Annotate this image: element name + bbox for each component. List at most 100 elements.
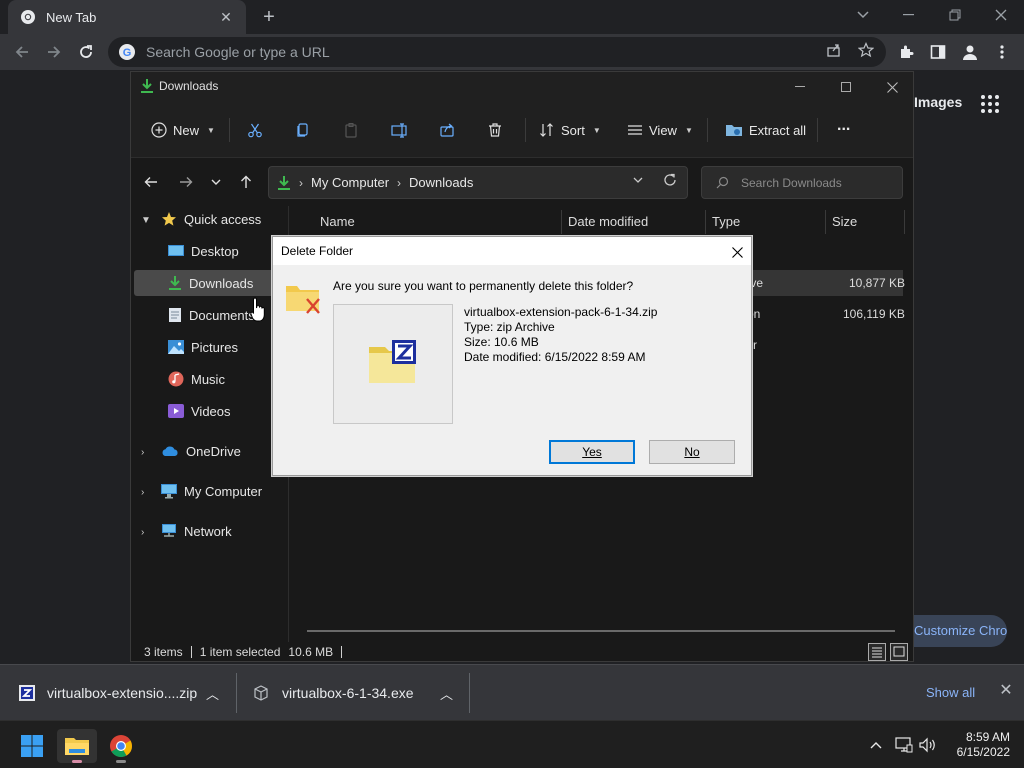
network-tray-icon[interactable]: [894, 735, 914, 755]
breadcrumb-separator-icon: ›: [397, 175, 402, 190]
cut-button[interactable]: [247, 118, 263, 142]
explorer-forward-button[interactable]: [176, 172, 196, 192]
column-header-type[interactable]: Type: [712, 206, 740, 236]
file-preview: [333, 304, 453, 424]
explorer-maximize-button[interactable]: [831, 77, 861, 97]
column-divider: [705, 210, 706, 234]
share-button[interactable]: [439, 118, 455, 142]
ntp-images-link[interactable]: Images: [914, 94, 962, 110]
nav-downloads[interactable]: Downloads: [134, 270, 285, 296]
close-window-button[interactable]: [978, 4, 1024, 26]
chrome-toolbar: G Search Google or type a URL: [0, 34, 1024, 70]
details-view-icon[interactable]: [868, 643, 886, 661]
hand-cursor-icon: [250, 297, 266, 323]
column-header-date-modified[interactable]: Date modified: [568, 206, 648, 236]
clock[interactable]: 8:59 AM 6/15/2022: [944, 730, 1010, 760]
more-options-button[interactable]: ...: [837, 114, 850, 138]
show-all-downloads-link[interactable]: Show all: [926, 685, 975, 700]
view-button[interactable]: View ▼: [627, 118, 693, 142]
download-options-chevron-icon[interactable]: ︿: [440, 665, 453, 721]
horizontal-scrollbar[interactable]: [307, 630, 895, 632]
file-name: virtualbox-extension-pack-6-1-34.zip: [464, 305, 658, 319]
forward-button[interactable]: [42, 40, 66, 64]
download-item[interactable]: virtualbox-6-1-34.exe: [253, 665, 414, 721]
delete-button[interactable]: [487, 118, 503, 142]
nav-quick-access[interactable]: Quick access: [161, 206, 261, 232]
nav-documents[interactable]: Documents: [168, 302, 255, 328]
expand-chevron-icon[interactable]: ›: [141, 527, 144, 538]
nav-music[interactable]: Music: [168, 366, 225, 392]
trash-icon: [487, 122, 503, 138]
start-button[interactable]: [12, 729, 52, 763]
column-header-name[interactable]: Name: [320, 206, 355, 236]
explorer-back-button[interactable]: [141, 172, 161, 192]
expand-chevron-icon[interactable]: ›: [141, 487, 144, 498]
show-hidden-icons-chevron[interactable]: [866, 735, 886, 755]
volume-icon[interactable]: [918, 735, 938, 755]
tab-close-icon[interactable]: ✕: [218, 9, 234, 25]
omnibox-placeholder: Search Google or type a URL: [146, 44, 330, 60]
file-explorer-taskbar-icon[interactable]: [57, 729, 97, 763]
bookmark-star-icon[interactable]: [856, 40, 876, 60]
explorer-close-button[interactable]: [877, 77, 907, 97]
share-icon[interactable]: [824, 40, 844, 60]
nav-network[interactable]: Network: [161, 518, 232, 544]
clipboard-icon: [343, 122, 359, 138]
profile-icon[interactable]: [958, 40, 982, 64]
file-size-cell: 10,877 KB: [849, 276, 906, 290]
breadcrumb-downloads[interactable]: Downloads: [409, 175, 473, 190]
divider: [190, 646, 192, 658]
refresh-icon[interactable]: [659, 169, 681, 191]
nav-onedrive[interactable]: OneDrive: [161, 438, 241, 464]
nav-desktop[interactable]: Desktop: [168, 238, 239, 264]
nav-my-computer[interactable]: My Computer: [161, 478, 262, 504]
new-tab-button[interactable]: +: [258, 6, 280, 28]
rename-button[interactable]: [391, 118, 409, 142]
explorer-minimize-button[interactable]: [785, 77, 815, 97]
navigation-bar: › My Computer › Downloads Search Downloa…: [131, 159, 913, 205]
google-apps-icon[interactable]: [981, 95, 999, 113]
copy-icon: [295, 122, 311, 138]
search-placeholder: Search Downloads: [741, 175, 842, 190]
expand-chevron-icon[interactable]: ›: [141, 447, 144, 458]
back-button[interactable]: [10, 40, 34, 64]
copy-button[interactable]: [295, 118, 311, 142]
address-history-dropdown-icon[interactable]: [627, 169, 649, 191]
file-type: Type: zip Archive: [464, 320, 555, 334]
large-icons-view-icon[interactable]: [890, 643, 908, 661]
extract-all-button[interactable]: Extract all: [725, 118, 806, 142]
search-downloads-box[interactable]: Search Downloads: [701, 166, 903, 199]
close-shelf-icon[interactable]: ✕: [998, 683, 1014, 699]
omnibox[interactable]: G Search Google or type a URL: [108, 37, 886, 67]
divider: [229, 118, 230, 142]
reload-button[interactable]: [74, 40, 98, 64]
download-item[interactable]: virtualbox-extensio....zip: [19, 665, 197, 721]
recent-locations-icon[interactable]: [206, 172, 226, 192]
paste-button[interactable]: [343, 118, 359, 142]
chrome-taskbar-icon[interactable]: [101, 729, 141, 763]
chrome-menu-icon[interactable]: [990, 40, 1014, 64]
dialog-close-button[interactable]: [725, 241, 749, 263]
yes-button[interactable]: Yes: [549, 440, 635, 464]
side-panel-icon[interactable]: [926, 40, 950, 64]
up-folder-button[interactable]: [236, 172, 256, 192]
no-button[interactable]: No: [649, 440, 735, 464]
sort-button[interactable]: Sort ▼: [539, 118, 601, 142]
address-bar[interactable]: › My Computer › Downloads: [268, 166, 688, 199]
extensions-icon[interactable]: [894, 40, 918, 64]
tab-search-icon[interactable]: [840, 4, 886, 26]
restore-button[interactable]: [932, 4, 978, 26]
tab-new-tab[interactable]: New Tab ✕: [8, 0, 246, 34]
nav-label: Pictures: [191, 339, 238, 355]
column-header-size[interactable]: Size: [832, 206, 857, 236]
status-selected: 1 item selected: [199, 645, 281, 659]
divider: [707, 118, 708, 142]
new-button[interactable]: New ▼: [151, 118, 215, 142]
expand-chevron-icon[interactable]: ▼: [141, 215, 151, 226]
clock-time: 8:59 AM: [965, 730, 1010, 744]
minimize-button[interactable]: [886, 4, 932, 26]
nav-videos[interactable]: Videos: [168, 398, 231, 424]
nav-pictures[interactable]: Pictures: [168, 334, 238, 360]
download-options-chevron-icon[interactable]: ︿: [206, 665, 219, 721]
breadcrumb-my-computer[interactable]: My Computer: [311, 175, 389, 190]
